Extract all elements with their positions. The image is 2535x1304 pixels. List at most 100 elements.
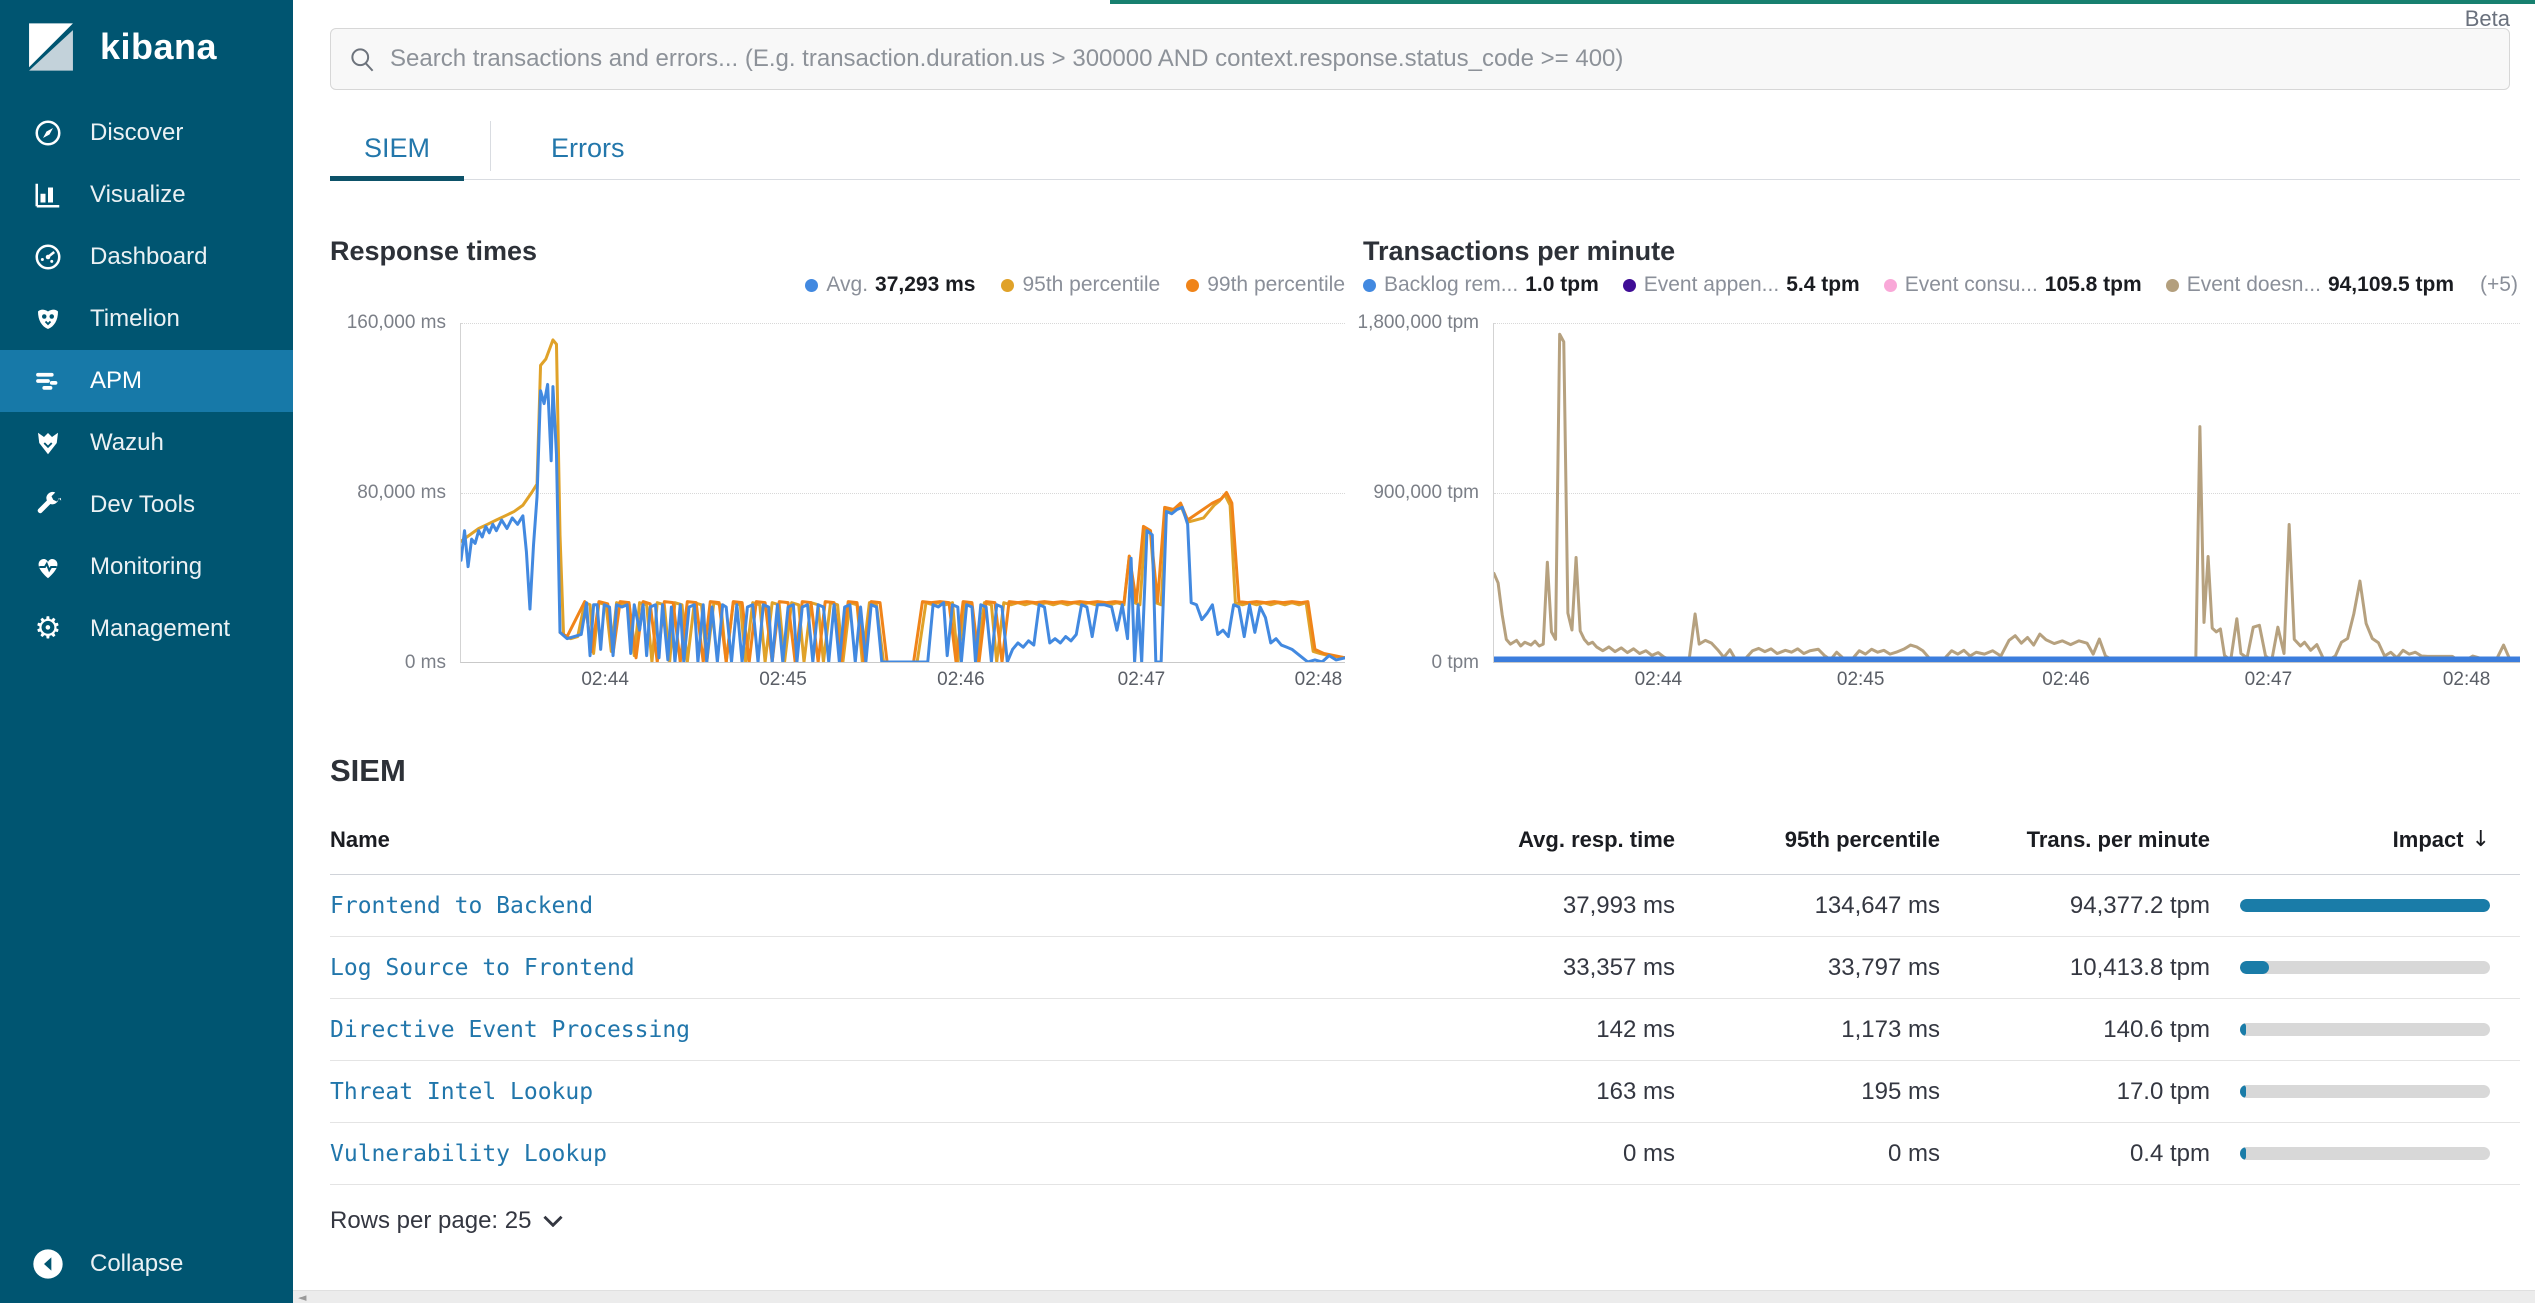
tpm-lines xyxy=(1494,323,2520,662)
apm-icon xyxy=(28,366,68,396)
compass-icon xyxy=(28,118,68,148)
heartbeat-icon xyxy=(28,552,68,582)
p95-cell: 134,647 ms xyxy=(1675,892,1940,920)
impact-bar xyxy=(2240,899,2490,912)
loading-indicator xyxy=(1110,0,2535,4)
avg-resp-time-cell: 33,357 ms xyxy=(1345,954,1675,982)
owl-icon xyxy=(28,304,68,334)
chart-title: Transactions per minute xyxy=(1363,236,2520,268)
avg-resp-time-cell: 0 ms xyxy=(1345,1140,1675,1168)
legend-dot xyxy=(1623,279,1636,292)
avg-resp-time-cell: 37,993 ms xyxy=(1345,892,1675,920)
transaction-link[interactable]: Frontend to Backend xyxy=(330,893,593,919)
legend-dot xyxy=(1363,279,1376,292)
tpm-chart: Transactions per minute Backlog rem... 1… xyxy=(1363,236,2520,693)
table-header-row: Name Avg. resp. time 95th percentile Tra… xyxy=(330,805,2520,875)
p95-cell: 195 ms xyxy=(1675,1078,1940,1106)
gear-icon: ⚙ xyxy=(28,614,68,644)
chart-body: 160,000 ms 80,000 ms 0 ms xyxy=(330,323,1345,663)
legend-overflow[interactable]: (+5) xyxy=(2480,273,2518,297)
tpm-plot[interactable] xyxy=(1493,323,2520,663)
tpm-legend: Backlog rem... 1.0 tpm Event appen... 5.… xyxy=(1363,268,2520,302)
collapse-button[interactable]: Collapse xyxy=(0,1233,293,1295)
p95-cell: 0 ms xyxy=(1675,1140,1940,1168)
legend-item-event-appen[interactable]: Event appen... 5.4 tpm xyxy=(1623,273,1860,297)
legend-dot xyxy=(1884,279,1897,292)
bar-chart-icon xyxy=(28,180,68,210)
avg-resp-time-cell: 163 ms xyxy=(1345,1078,1675,1106)
legend-item-avg[interactable]: Avg. 37,293 ms xyxy=(805,273,975,297)
column-header-impact[interactable]: Impact ↓ xyxy=(2210,827,2520,853)
transaction-link[interactable]: Vulnerability Lookup xyxy=(330,1141,607,1167)
x-axis: 02:44 02:45 02:46 02:47 02:48 xyxy=(1493,663,2520,693)
legend-item-backlog[interactable]: Backlog rem... 1.0 tpm xyxy=(1363,273,1599,297)
transaction-link[interactable]: Threat Intel Lookup xyxy=(330,1079,593,1105)
sidebar-item-monitoring[interactable]: Monitoring xyxy=(0,536,293,598)
p95-cell: 1,173 ms xyxy=(1675,1016,1940,1044)
search-icon xyxy=(349,46,376,73)
x-axis: 02:44 02:45 02:46 02:47 02:48 xyxy=(460,663,1345,693)
sidebar-nav: Discover Visualize Dashboard Timelion AP… xyxy=(0,102,293,660)
sidebar-item-wazuh[interactable]: Wazuh xyxy=(0,412,293,474)
fox-icon xyxy=(28,428,68,458)
impact-bar xyxy=(2240,1023,2490,1036)
tpm-cell: 0.4 tpm xyxy=(1940,1140,2210,1168)
impact-bar xyxy=(2240,961,2490,974)
legend-item-event-doesn[interactable]: Event doesn... 94,109.5 tpm xyxy=(2166,273,2454,297)
legend-item-95th[interactable]: 95th percentile xyxy=(1001,273,1160,297)
transaction-link[interactable]: Directive Event Processing xyxy=(330,1017,690,1043)
rows-per-page-dropdown[interactable]: Rows per page: 25 xyxy=(330,1207,2520,1235)
tab-divider xyxy=(490,121,491,171)
table-row: Frontend to Backend 37,993 ms 134,647 ms… xyxy=(330,875,2520,937)
transaction-link[interactable]: Log Source to Frontend xyxy=(330,955,635,981)
beta-badge: Beta xyxy=(2465,6,2510,32)
kibana-logo-icon xyxy=(24,20,78,74)
p95-cell: 33,797 ms xyxy=(1675,954,1940,982)
horizontal-scrollbar[interactable]: ◄ xyxy=(293,1290,2535,1303)
response-times-legend: Avg. 37,293 ms 95th percentile 99th perc… xyxy=(330,268,1345,302)
table-row: Directive Event Processing 142 ms 1,173 … xyxy=(330,999,2520,1061)
gauge-icon xyxy=(28,242,68,272)
collapse-icon xyxy=(28,1248,68,1280)
y-axis: 160,000 ms 80,000 ms 0 ms xyxy=(330,323,460,663)
response-times-plot[interactable] xyxy=(460,323,1345,663)
avg-resp-time-cell: 142 ms xyxy=(1345,1016,1675,1044)
chart-title: Response times xyxy=(330,236,1345,268)
legend-dot xyxy=(805,279,818,292)
response-times-chart: Response times Avg. 37,293 ms 95th perce… xyxy=(330,236,1345,693)
tab-errors[interactable]: Errors xyxy=(517,117,659,179)
search-bar xyxy=(330,28,2510,90)
sort-desc-icon: ↓ xyxy=(2472,827,2490,852)
column-header-name[interactable]: Name xyxy=(330,827,1345,853)
siem-section-title: SIEM xyxy=(330,753,2520,793)
sidebar-item-apm[interactable]: APM xyxy=(0,350,293,412)
column-header-p95[interactable]: 95th percentile xyxy=(1675,827,1940,853)
column-header-tpm[interactable]: Trans. per minute xyxy=(1940,827,2210,853)
kibana-logo[interactable]: kibana xyxy=(0,0,293,88)
response-times-lines xyxy=(461,323,1345,662)
main-content: Beta SIEM Errors Response times Avg. 37,… xyxy=(293,0,2535,1303)
sidebar-item-devtools[interactable]: Dev Tools xyxy=(0,474,293,536)
tab-siem[interactable]: SIEM xyxy=(330,117,464,179)
search-input[interactable] xyxy=(390,45,2491,73)
table-row: Log Source to Frontend 33,357 ms 33,797 … xyxy=(330,937,2520,999)
sidebar-item-timelion[interactable]: Timelion xyxy=(0,288,293,350)
tpm-cell: 140.6 tpm xyxy=(1940,1016,2210,1044)
kibana-logo-text: kibana xyxy=(100,26,217,68)
sidebar-item-dashboard[interactable]: Dashboard xyxy=(0,226,293,288)
sidebar-item-management[interactable]: ⚙ Management xyxy=(0,598,293,660)
sidebar-item-visualize[interactable]: Visualize xyxy=(0,164,293,226)
chart-body: 1,800,000 tpm 900,000 tpm 0 tpm xyxy=(1363,323,2520,663)
charts-row: Response times Avg. 37,293 ms 95th perce… xyxy=(330,236,2520,693)
legend-dot xyxy=(1186,279,1199,292)
column-header-avg[interactable]: Avg. resp. time xyxy=(1345,827,1675,853)
scroll-left-icon: ◄ xyxy=(298,1291,306,1304)
legend-dot xyxy=(1001,279,1014,292)
tpm-cell: 10,413.8 tpm xyxy=(1940,954,2210,982)
sidebar-item-discover[interactable]: Discover xyxy=(0,102,293,164)
y-axis: 1,800,000 tpm 900,000 tpm 0 tpm xyxy=(1363,323,1493,663)
legend-item-99th[interactable]: 99th percentile xyxy=(1186,273,1345,297)
impact-bar xyxy=(2240,1147,2490,1160)
legend-item-event-consu[interactable]: Event consu... 105.8 tpm xyxy=(1884,273,2142,297)
legend-dot xyxy=(2166,279,2179,292)
